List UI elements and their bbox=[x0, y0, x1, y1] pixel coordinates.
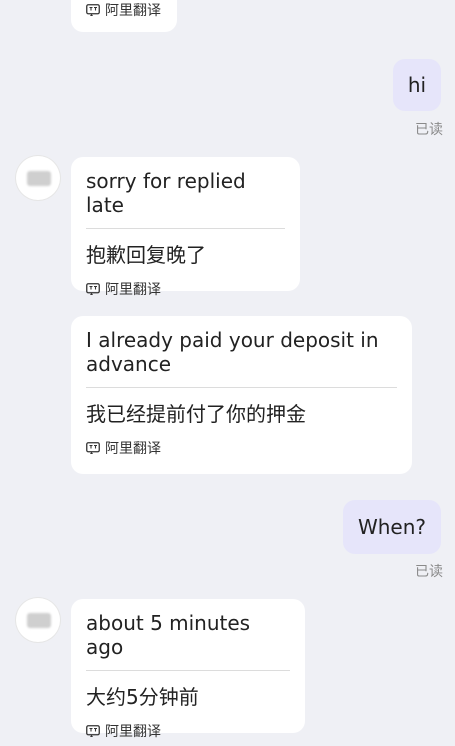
translation-source: 阿里翻译 bbox=[86, 721, 290, 741]
message-text: I already paid your deposit in advance bbox=[86, 328, 379, 376]
translation-source: 阿里翻译 bbox=[86, 0, 162, 20]
translation-text: 我已经提前付了你的押金 bbox=[86, 402, 306, 426]
message-text: about 5 minutes ago bbox=[86, 611, 251, 659]
read-status: 已读 bbox=[415, 122, 443, 138]
translation-text: 大约5分钟前 bbox=[86, 685, 199, 709]
avatar-image bbox=[27, 613, 51, 628]
translation-source: 阿里翻译 bbox=[86, 279, 285, 299]
read-status: 已读 bbox=[415, 564, 443, 580]
outgoing-message-bubble[interactable]: When? bbox=[343, 500, 441, 554]
message-text: When? bbox=[357, 515, 427, 539]
message-bubble-partial[interactable]: 阿里翻译 bbox=[71, 0, 177, 32]
message-text: sorry for replied late bbox=[86, 169, 246, 217]
outgoing-message-bubble[interactable]: hi bbox=[393, 59, 441, 111]
translate-icon bbox=[86, 442, 100, 454]
translate-icon bbox=[86, 725, 100, 737]
incoming-message-bubble[interactable]: I already paid your deposit in advance 我… bbox=[71, 316, 412, 474]
incoming-message-bubble[interactable]: sorry for replied late 抱歉回复晚了 阿里翻译 bbox=[71, 157, 300, 298]
translation-divider bbox=[86, 670, 290, 671]
translate-icon bbox=[86, 4, 100, 16]
incoming-message-bubble[interactable]: about 5 minutes ago 大约5分钟前 阿里翻译 bbox=[71, 599, 305, 740]
avatar[interactable] bbox=[16, 598, 60, 642]
translation-divider bbox=[86, 387, 397, 388]
translation-divider bbox=[86, 228, 285, 229]
translation-source: 阿里翻译 bbox=[86, 438, 397, 458]
avatar[interactable] bbox=[16, 156, 60, 200]
translation-text: 抱歉回复晚了 bbox=[86, 243, 206, 267]
translate-icon bbox=[86, 283, 100, 295]
avatar-image bbox=[27, 171, 51, 186]
message-text: hi bbox=[407, 73, 427, 97]
